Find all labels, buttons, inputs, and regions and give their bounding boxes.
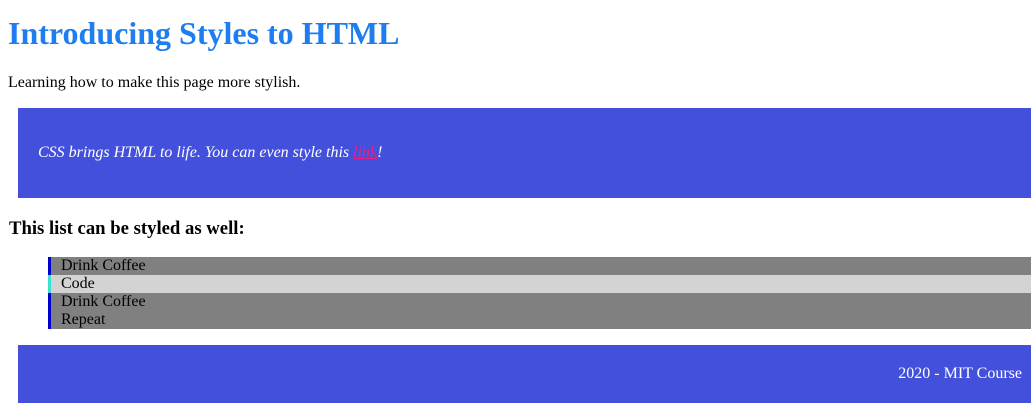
list-item: Drink Coffee [48,293,1031,311]
list-heading: This list can be styled as well: [9,218,245,239]
list-item: Code [48,275,1031,293]
intro-text: Learning how to make this page more styl… [8,74,301,91]
quote-text-after: ! [377,144,383,161]
footer-text: 2020 - MIT Course [898,365,1022,382]
footer-panel: 2020 - MIT Course [18,345,1031,403]
style-link[interactable]: link [353,144,377,161]
quote-text: CSS brings HTML to life. You can even st… [38,144,382,162]
list-item: Repeat [48,311,1031,329]
page-title: Introducing Styles to HTML [8,15,400,51]
styled-list: Drink Coffee Code Drink Coffee Repeat [48,257,1031,329]
quote-text-before: CSS brings HTML to life. You can even st… [38,144,354,161]
quote-panel: CSS brings HTML to life. You can even st… [18,108,1031,198]
list-item: Drink Coffee [48,257,1031,275]
